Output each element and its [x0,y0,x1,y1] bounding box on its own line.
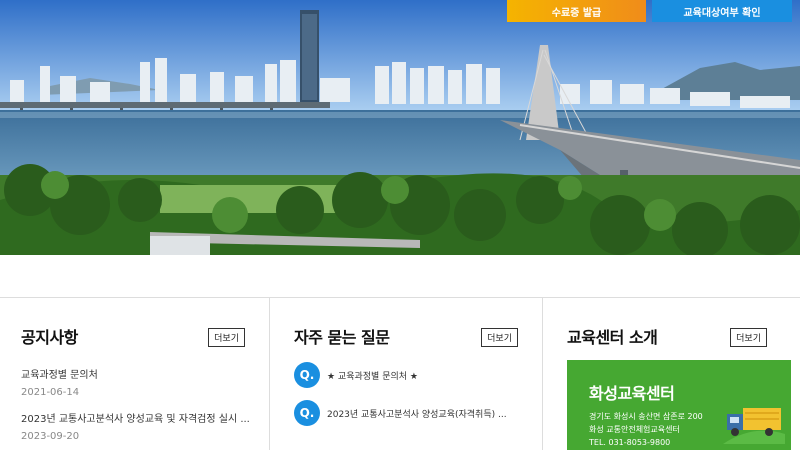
center-card[interactable]: 화성교육센터 경기도 화성시 송산면 삼존로 200 화성 교통안전체험교육센터… [567,360,791,450]
eligibility-check-button[interactable]: 교육대상여부 확인 [652,0,792,22]
faq-list: Q. ★ 교육과정별 문의처 ★ Q. 2023년 교통사고분석사 양성교육(자… [294,362,518,426]
list-item[interactable]: Q. ★ 교육과정별 문의처 ★ [294,362,518,388]
faq-item-text[interactable]: 2023년 교통사고분석사 양성교육(자격취득) ... [327,407,507,420]
center-more-button[interactable]: 더보기 [730,328,767,347]
faq-board: 자주 묻는 질문 더보기 Q. ★ 교육과정별 문의처 ★ Q. 2023년 교… [270,298,543,450]
center-card-info: 경기도 화성시 송산면 삼존로 200 화성 교통안전체험교육센터 TEL. 0… [589,410,703,449]
hero-banner-image [0,0,800,255]
truck-icon [723,408,785,444]
question-marker-icon: Q. [294,400,320,426]
notice-item-title[interactable]: 교육과정별 문의처 [21,366,249,381]
notice-board: 공지사항 더보기 교육과정별 문의처 2021-06-14 2023년 교통사고… [0,298,270,450]
question-marker-icon: Q. [294,362,320,388]
center-address: 경기도 화성시 송산면 삼존로 200 [589,412,703,421]
center-card-name: 화성교육센터 [589,384,675,403]
certificate-issue-button[interactable]: 수료증 발급 [507,0,646,22]
list-item[interactable]: 2023년 교통사고분석사 양성교육 및 자격검정 실시 ... 2023-09… [21,410,249,442]
center-facility: 화성 교통안전체험교육센터 [589,425,680,434]
faq-item-text[interactable]: ★ 교육과정별 문의처 ★ [327,369,418,382]
notice-list: 교육과정별 문의처 2021-06-14 2023년 교통사고분석사 양성교육 … [21,366,249,442]
notice-item-date: 2021-06-14 [21,387,80,398]
faq-more-button[interactable]: 더보기 [481,328,518,347]
notice-item-date: 2023-09-20 [21,431,80,442]
notice-item-title[interactable]: 2023년 교통사고분석사 양성교육 및 자격검정 실시 ... [21,410,249,425]
river-cityscape-photo [0,0,800,255]
list-item[interactable]: 교육과정별 문의처 2021-06-14 [21,366,249,398]
center-tel: TEL. 031-8053-9800 [589,438,671,447]
notice-more-button[interactable]: 더보기 [208,328,245,347]
list-item[interactable]: Q. 2023년 교통사고분석사 양성교육(자격취득) ... [294,400,518,426]
